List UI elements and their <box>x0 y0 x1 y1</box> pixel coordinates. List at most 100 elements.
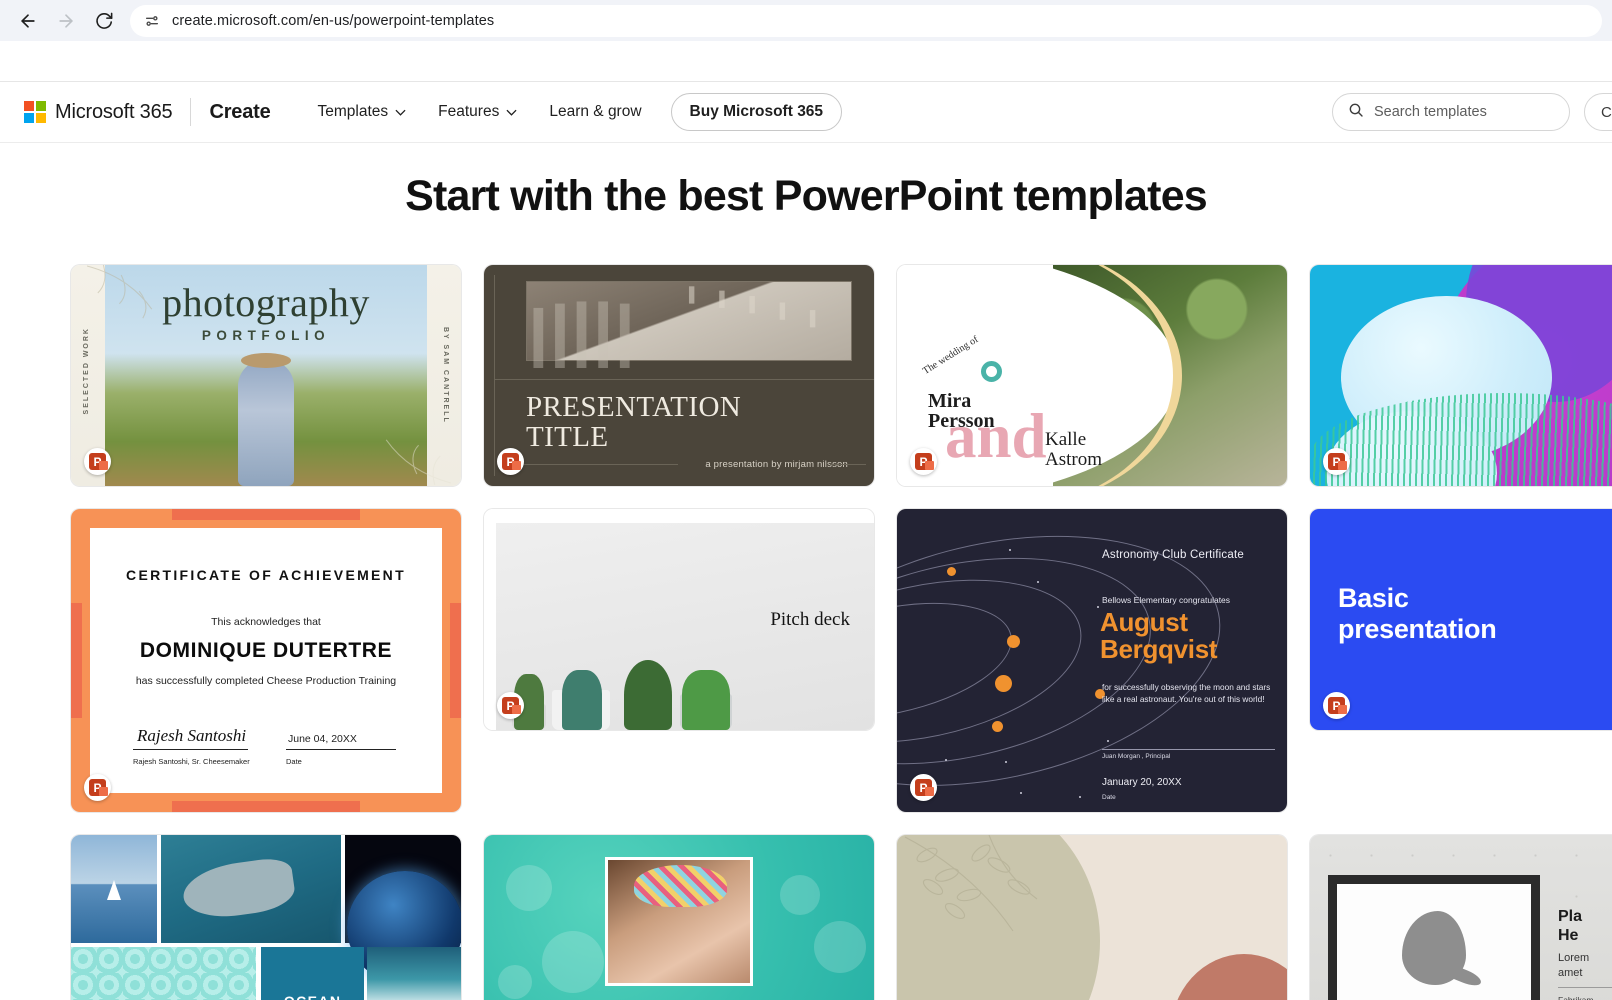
template-card-contemporary-all-hands[interactable]: CONT ALL-H P <box>1310 265 1612 486</box>
date-caption: Date <box>1102 794 1116 801</box>
create-label[interactable]: Create <box>209 101 270 124</box>
name-1-first: Mira <box>928 390 972 412</box>
template-thumbnail: Astronomy Club Certificate Bellows Eleme… <box>897 509 1287 812</box>
powerpoint-badge-accent <box>512 461 521 470</box>
recipient-last-name: Bergqvist <box>1100 634 1218 665</box>
template-subtitle: PORTFOLIO <box>201 328 331 343</box>
byline-rule-left <box>508 464 678 465</box>
chevron-down-icon <box>506 109 517 116</box>
account-button-label: C <box>1601 103 1612 121</box>
signature-rule <box>1102 749 1275 750</box>
reload-icon[interactable] <box>86 3 122 39</box>
knit-hat-shape <box>633 864 728 907</box>
template-card-certificate-of-achievement[interactable]: CERTIFICATE OF ACHIEVEMENT This acknowle… <box>71 509 461 812</box>
bokeh-circle <box>780 875 820 915</box>
nav-item-templates[interactable]: Templates <box>305 95 420 129</box>
powerpoint-badge-icon: P <box>84 774 111 801</box>
name-2-first: Kalle <box>1045 429 1087 450</box>
search-input[interactable] <box>1374 104 1554 120</box>
template-title-line2: presentation <box>1338 614 1497 645</box>
template-card-presentation-title-brown[interactable]: PRESENTATION TITLE a presentation by mir… <box>484 265 874 486</box>
template-thumbnail: photography PORTFOLIO SELECTED WORK BY S… <box>71 265 461 486</box>
nav-item-features[interactable]: Features <box>425 95 530 129</box>
url-text: create.microsoft.com/en-us/powerpoint-te… <box>172 12 495 29</box>
chevron-down-icon <box>395 109 406 116</box>
template-card-photography-portfolio[interactable]: photography PORTFOLIO SELECTED WORK BY S… <box>71 265 461 486</box>
template-thumbnail: Adrian King Baby Photo Album <box>484 835 874 1000</box>
template-title: PRESENTATION TITLE <box>526 392 741 453</box>
browser-toolbar: create.microsoft.com/en-us/powerpoint-te… <box>0 0 1612 41</box>
template-card-ocean-view-mood-board[interactable]: OCEAN VIEW mood board P <box>71 835 461 1000</box>
date-caption: Date <box>286 757 302 766</box>
template-title: photography <box>162 280 370 325</box>
body-line1: Lorem <box>1558 952 1590 964</box>
powerpoint-badge-accent <box>1338 705 1347 714</box>
nav-item-features-label: Features <box>438 103 500 120</box>
template-card-astronomy-club-certificate[interactable]: Astronomy Club Certificate Bellows Eleme… <box>897 509 1287 812</box>
microsoft-365-logo[interactable]: Microsoft 365 <box>24 100 173 124</box>
sun-hat-shape <box>241 353 291 368</box>
brand-label: Microsoft 365 <box>55 100 173 123</box>
account-button[interactable]: C <box>1584 93 1612 131</box>
bokeh-circle <box>498 965 532 999</box>
signature-caption: Rajesh Santoshi, Sr. Cheesemaker <box>133 757 250 766</box>
search-templates-box[interactable] <box>1332 93 1570 131</box>
buy-microsoft-365-button[interactable]: Buy Microsoft 365 <box>670 93 843 131</box>
certificate-description: has successfully completed Cheese Produc… <box>135 675 397 687</box>
earth-photo <box>344 835 461 985</box>
powerpoint-badge-accent <box>99 461 108 470</box>
organization-name: Fabrikam <box>1558 995 1594 1000</box>
pattern-swatch <box>71 946 257 1000</box>
frame-mat <box>1337 884 1531 1000</box>
signature-rule-left <box>133 749 248 750</box>
template-card-framed-bird-flyer[interactable]: Pla He Lorem amet Fabrikam 14 October P <box>1310 835 1612 1000</box>
template-title: OCEAN VIEW <box>261 993 364 1000</box>
border-accent-bottom <box>172 801 360 812</box>
template-thumbnail: CERTIFICATE OF ACHIEVEMENT This acknowle… <box>71 509 461 812</box>
template-card-botanical-presentation[interactable]: presentation title P <box>897 835 1287 1000</box>
address-bar[interactable]: create.microsoft.com/en-us/powerpoint-te… <box>130 4 1602 37</box>
certificate-congratulations: Bellows Elementary congratulates <box>1102 595 1231 605</box>
template-title-line2: TITLE <box>526 420 609 453</box>
template-card-wedding-invitation[interactable]: The wedding of and Mira Persson Kalle As… <box>897 265 1287 486</box>
recipient-first-name: August <box>1100 607 1188 637</box>
template-card-basic-presentation[interactable]: Basic presentation P <box>1310 509 1612 730</box>
powerpoint-badge-icon: P <box>1323 448 1350 475</box>
site-settings-icon[interactable] <box>144 13 160 29</box>
browser-blank-strip <box>0 41 1612 81</box>
template-thumbnail: OCEAN VIEW mood board <box>71 835 461 1000</box>
template-byline: a presentation by mirjam nilsson <box>705 459 848 470</box>
body-rule <box>1558 987 1612 988</box>
leaf-decoration-icon <box>385 439 451 485</box>
forward-arrow-icon[interactable] <box>48 3 84 39</box>
picture-frame <box>1328 875 1540 1000</box>
header-divider <box>190 98 192 126</box>
powerpoint-badge-accent <box>99 787 108 796</box>
bokeh-circle <box>506 865 552 911</box>
powerpoint-badge-accent <box>925 461 934 470</box>
powerpoint-badge-icon: P <box>497 448 524 475</box>
template-thumbnail: CONT ALL-H <box>1310 265 1612 486</box>
bokeh-circle <box>542 931 604 993</box>
planet-dot <box>995 675 1012 692</box>
template-right-vertical-text: BY SAM CANTRELL <box>442 327 449 424</box>
title-panel: OCEAN VIEW mood board <box>260 946 365 1000</box>
botanical-leaves-icon <box>904 835 1038 932</box>
certificate-date: June 04, 20XX <box>288 733 357 745</box>
header-right-group: C <box>1332 82 1612 142</box>
template-card-baby-photo-album[interactable]: Adrian King Baby Photo Album P <box>484 835 874 1000</box>
powerpoint-badge-icon: P <box>84 448 111 475</box>
bokeh-circle <box>814 921 866 973</box>
template-title-line1: Basic <box>1338 582 1409 613</box>
powerpoint-badge-accent <box>925 787 934 796</box>
template-card-pitch-deck[interactable]: Pitch deck P <box>484 509 874 730</box>
template-left-vertical-text: SELECTED WORK <box>83 327 90 415</box>
colonnade-photo <box>526 281 852 369</box>
name-2-last: Astrom <box>1045 448 1102 470</box>
certificate-signature: Rajesh Santoshi <box>137 726 247 745</box>
planet-dot <box>947 567 956 576</box>
nav-item-templates-label: Templates <box>317 103 389 120</box>
divider-rule <box>494 379 874 380</box>
nav-item-learn-and-grow[interactable]: Learn & grow <box>536 95 654 129</box>
back-arrow-icon[interactable] <box>10 3 46 39</box>
